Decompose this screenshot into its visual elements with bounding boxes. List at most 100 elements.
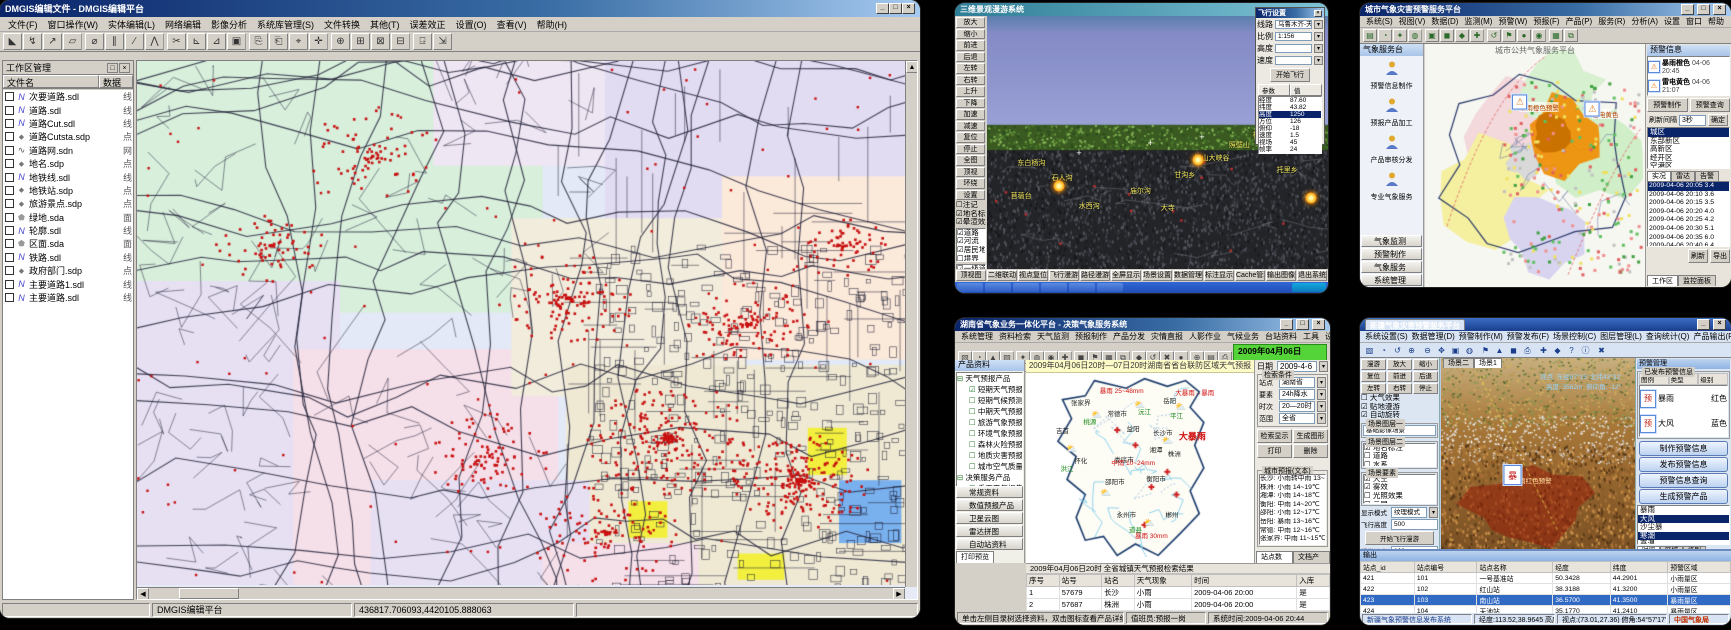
tree-node[interactable]: ☐ 短期气候预测 [957,395,1022,406]
layer-checkbox[interactable] [5,146,14,155]
param-row[interactable]: 经度87.60 [1259,97,1321,104]
forecast-line[interactable]: 张家界: 中雨 11~15℃ [1260,535,1325,544]
toolbar-icon[interactable]: ◉ [1532,29,1546,42]
menu-item[interactable]: 查看(V) [492,18,532,31]
menu-item[interactable]: 预警(W) [1495,16,1530,27]
nav-button[interactable]: 缩小 [956,29,985,40]
toolbar-icon[interactable]: ◍ [1408,29,1422,42]
menu-item[interactable]: 视图(V) [1396,16,1429,27]
toolbar-icon[interactable]: ∥ [105,33,124,50]
toolbar-icon[interactable]: ↯ [23,33,42,50]
menu-item[interactable]: 监测(M) [1461,16,1495,27]
nav-button[interactable]: 上升 [956,86,985,97]
param-row[interactable]: 帧率24 [1259,146,1321,153]
nav-button[interactable]: 放大 [1387,359,1412,370]
layer-checkbox[interactable] [5,293,14,302]
toolbar-icon[interactable]: ▣ [1425,29,1439,42]
height-value[interactable]: 500 [1391,519,1438,530]
tab[interactable]: 实况 [1647,171,1671,181]
menu-item[interactable]: 窗口 [1683,16,1705,27]
tree-node[interactable]: ☐ 中期天气预报 [957,406,1022,417]
menu-item[interactable]: 场景控制(C) [1551,331,1598,342]
toolbar-icon[interactable]: ✦ [1393,29,1407,42]
view-mode-button[interactable]: 数据管理 [1173,270,1203,281]
tab[interactable]: 站点数据 [1256,551,1293,563]
toolbar-icon[interactable]: ▦ [1549,29,1563,42]
tab[interactable]: 文档产品 [1293,551,1330,563]
action-button[interactable]: 预警查询 [1690,98,1731,112]
toolbar-icon[interactable]: ✖ [1595,344,1608,356]
active-warnings-list[interactable]: ⚠ 暴雨橙色 04-06 20:45 ⚠ 雷电黄色 04-06 21:07 [1647,56,1730,96]
column-header[interactable]: 站点_id [1361,562,1415,573]
file-row[interactable]: ◆ 道路Cutsta.sdp 点 [3,130,133,143]
toolbar-icon[interactable]: ↗ [43,33,62,50]
layer-checkbox[interactable] [5,186,14,195]
station-row[interactable]: 421101一号基准站50.342844.2901小雨量区 [1361,573,1731,584]
layer-checkbox[interactable] [5,173,14,182]
zone-item[interactable]: 城区 [1648,128,1729,137]
toolbar-icon[interactable]: ⚑ [1502,29,1516,42]
group-bar[interactable]: 卫星云图 [956,512,1023,524]
scene-tab[interactable]: 场景二 [1443,358,1474,368]
layer-checkbox[interactable] [5,106,14,115]
menu-item[interactable]: 产品(P) [1563,16,1596,27]
column-datatype[interactable]: 数据 [99,75,133,88]
product-tree[interactable]: ⊟ 天气预报产品☑ 短期天气预报☐ 短期气候预测☐ 中期天气预报☐ 旅游气象预报… [956,372,1023,493]
nav-button[interactable]: 加速 [956,109,985,120]
obs-row[interactable]: 2009-04-06 20:05 3.4 [1648,182,1729,191]
toolbar-icon[interactable]: ◼ [1440,29,1454,42]
view-mode-button[interactable]: 退出系统 [1297,270,1327,281]
menu-item[interactable]: 数据管理(D) [1410,331,1457,342]
layer-checkbox[interactable] [5,239,14,248]
dropdown-arrow-icon[interactable]: ▾ [1317,389,1326,400]
value-column[interactable]: 值 [1290,84,1322,96]
obs-row[interactable]: 2009-04-06 20:40 6.4 [1648,242,1729,247]
group-bar[interactable]: 常规资料 [956,486,1023,498]
tree-node-icon[interactable]: ☐ [969,418,976,427]
layer-checkbox[interactable] [5,92,14,101]
toolbar-icon[interactable]: ⎙ [1521,344,1534,356]
action-button[interactable]: 预警制作 [1647,98,1688,112]
group-bar[interactable]: 预警制作 [1361,248,1422,260]
tree-node[interactable]: ☐ 城市空气质量 [957,461,1022,472]
param-row[interactable]: 纬度43.82 [1259,104,1321,111]
dropdown-arrow-icon[interactable]: ▾ [1317,401,1326,412]
toolbar-icon[interactable]: ⊿ [207,33,226,50]
file-row[interactable]: N 铁路.sdl 线 [3,251,133,264]
checkbox-icon[interactable]: ☑ [956,218,963,226]
obs-row[interactable]: 2009-04-06 20:25 4.2 [1648,216,1729,225]
toolbar-icon[interactable]: ⇲ [433,33,452,50]
group-bar[interactable]: 数值预报产品 [956,499,1023,511]
menu-item[interactable]: 灾情直报 [1148,331,1186,342]
tree-node-icon[interactable]: ☐ [969,429,976,438]
pin-icon[interactable]: □ [107,63,118,73]
menu-item[interactable]: 预报制作 [1072,331,1110,342]
service-item[interactable]: 专业气象服务 [1360,167,1423,204]
layer-checkbox[interactable] [5,119,14,128]
warning-action-button[interactable]: 生成预警产品 [1639,489,1728,504]
window-control-button[interactable]: × [902,3,915,14]
layer-checkbox[interactable] [5,266,14,275]
menu-item[interactable]: 分析(A) [1628,16,1661,27]
result-row[interactable]: 257687株洲小雨2009-04-06 20:00是 [1027,599,1330,611]
kind-item[interactable]: 高温 [1638,540,1729,545]
kind-item[interactable]: 沙尘暴 [1638,523,1729,532]
toolbar-icon[interactable]: ◔ [1378,29,1392,42]
service-item[interactable]: 产品审核分发 [1360,130,1423,167]
file-row[interactable]: ◆ 旅游景点.sdp 点 [3,197,133,210]
toolbar-icon[interactable]: ✚ [1537,344,1550,356]
menu-item[interactable]: 实体编辑(L) [103,18,160,31]
menu-item[interactable]: 预报(F) [1530,16,1562,27]
checkbox-row[interactable]: ☐ 大气效果 [1361,394,1438,403]
taskbar-item[interactable] [1041,283,1067,292]
warning-action-button[interactable]: 发布预警信息 [1639,457,1728,472]
toolbar-icon[interactable]: ⋀ [145,33,164,50]
start-roam-button[interactable]: 开始飞行漫游 [1365,531,1434,545]
minimize-icon[interactable]: _ [1681,4,1694,15]
menu-item[interactable]: 系统(S) [1363,16,1396,27]
dropdown-arrow-icon[interactable]: ▾ [1314,56,1323,65]
layer-item[interactable]: ☐ 水系 [1364,461,1435,467]
station-row[interactable]: 423103南山站36.570041.3500暴雨量区 [1361,595,1731,606]
citymap-canvas[interactable] [1425,44,1645,287]
query-button[interactable]: 生成图形 [1293,429,1328,443]
